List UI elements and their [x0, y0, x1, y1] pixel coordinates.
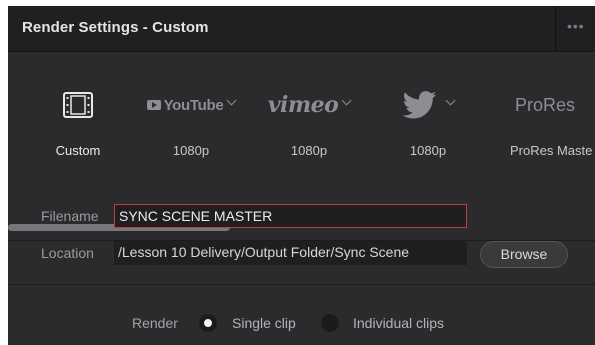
render-options: Render Single clip Individual clips — [8, 286, 595, 345]
preset-label: ProRes Maste — [510, 143, 593, 158]
vimeo-logo: vimeo — [267, 92, 339, 118]
browse-button[interactable]: Browse — [480, 241, 568, 268]
render-settings-panel: Render Settings - Custom ••• Custom YouT… — [8, 6, 595, 345]
chevron-down-icon[interactable] — [341, 95, 352, 105]
preset-custom[interactable]: Custom — [23, 52, 133, 172]
twitter-bird-icon — [402, 91, 436, 119]
single-clip-label[interactable]: Single clip — [232, 315, 296, 331]
preset-label: 1080p — [172, 143, 210, 158]
section-divider — [8, 284, 595, 285]
preset-prores[interactable]: ProRes ProRes Maste — [501, 52, 595, 172]
individual-clips-radio[interactable] — [321, 314, 339, 332]
single-clip-radio[interactable] — [199, 314, 217, 332]
chevron-down-icon[interactable] — [445, 95, 455, 105]
preset-twitter[interactable]: 1080p — [373, 52, 483, 172]
prores-logo: ProRes — [515, 94, 576, 115]
location-label: Location — [41, 245, 94, 261]
chevron-down-icon[interactable] — [226, 95, 237, 105]
render-presets-row: Custom YouTube 1080p vimeo 1080p 1080p P… — [8, 52, 595, 241]
preset-label: 1080p — [290, 143, 328, 158]
film-strip-icon — [23, 90, 133, 120]
preset-vimeo[interactable]: vimeo 1080p — [254, 52, 364, 172]
youtube-play-icon — [146, 100, 161, 110]
more-options-icon[interactable]: ••• — [567, 18, 585, 34]
header-divider — [555, 6, 556, 51]
individual-clips-label[interactable]: Individual clips — [353, 315, 444, 331]
panel-title: Render Settings - Custom — [22, 19, 209, 36]
preset-youtube[interactable]: YouTube 1080p — [136, 52, 246, 172]
panel-header: Render Settings - Custom ••• — [8, 6, 595, 52]
youtube-logo: YouTube — [146, 96, 224, 114]
file-settings: Filename SYNC SCENE MASTER Location /Les… — [8, 195, 595, 279]
filename-label: Filename — [41, 208, 99, 224]
render-label: Render — [132, 315, 178, 331]
preset-label: Custom — [55, 143, 101, 158]
location-input[interactable]: /Lesson 10 Delivery/Output Folder/Sync S… — [114, 241, 467, 265]
filename-input[interactable]: SYNC SCENE MASTER — [114, 204, 467, 228]
youtube-logo-text: YouTube — [163, 96, 224, 114]
preset-label: 1080p — [409, 143, 447, 158]
